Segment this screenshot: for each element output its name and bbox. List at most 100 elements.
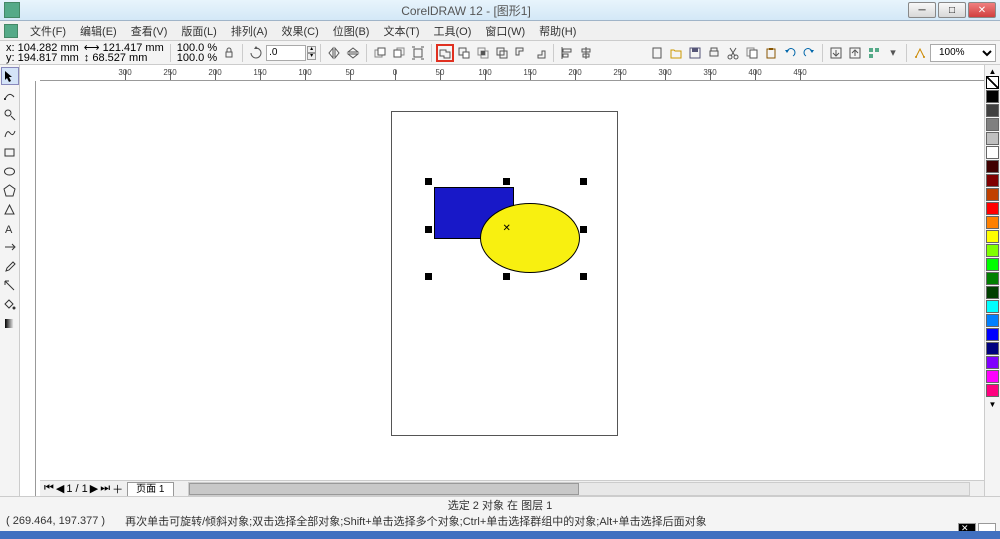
selection-center[interactable]: ✕ [503,223,511,234]
paste-button[interactable] [762,44,780,62]
zoom-select[interactable]: 100% [930,44,996,62]
menu-text[interactable]: 文本(T) [377,21,425,41]
color-swatch[interactable] [986,258,999,271]
maximize-button[interactable]: □ [938,2,966,18]
rotation-spinner[interactable]: ▴▾ [307,46,316,60]
menu-tools[interactable]: 工具(O) [428,21,478,41]
menu-help[interactable]: 帮助(H) [533,21,582,41]
weld-button[interactable] [436,44,454,62]
selection-handle[interactable] [580,273,587,280]
print-button[interactable] [705,44,723,62]
mirror-v-button[interactable] [344,44,362,62]
color-swatch[interactable] [986,342,999,355]
hscrollbar[interactable] [188,482,971,496]
add-page-button[interactable]: ＋ [112,481,123,497]
menu-bitmap[interactable]: 位图(B) [327,21,376,41]
shape-tool[interactable] [1,86,19,104]
color-swatch[interactable] [986,216,999,229]
color-swatch[interactable] [986,356,999,369]
menu-edit[interactable]: 编辑(E) [74,21,123,41]
interactive-tool[interactable] [1,238,19,256]
color-swatch[interactable] [986,90,999,103]
simplify-button[interactable] [493,44,511,62]
zoom-tool[interactable] [1,105,19,123]
page-tab[interactable]: 页面 1 [127,482,173,496]
yellow-ellipse-shape[interactable] [480,203,580,273]
polygon-tool[interactable] [1,181,19,199]
undo-button[interactable] [781,44,799,62]
rectangle-tool[interactable] [1,143,19,161]
save-button[interactable] [686,44,704,62]
no-fill-swatch[interactable] [986,76,999,89]
align-center-button[interactable] [577,44,595,62]
import-button[interactable] [827,44,845,62]
interactive-fill-tool[interactable] [1,314,19,332]
color-swatch[interactable] [986,370,999,383]
pick-tool[interactable] [1,67,19,85]
color-swatch[interactable] [986,328,999,341]
canvas[interactable]: 3002502001501005005010015020025030035040… [20,65,1000,496]
last-page-button[interactable]: ⏭ [100,482,110,495]
color-swatch[interactable] [986,202,999,215]
color-swatch[interactable] [986,188,999,201]
hscroll-thumb[interactable] [189,483,579,495]
cut-button[interactable] [724,44,742,62]
outline-tool[interactable] [1,276,19,294]
ellipse-tool[interactable] [1,162,19,180]
color-swatch[interactable] [986,300,999,313]
palette-down-button[interactable]: ▼ [989,400,997,409]
color-swatch[interactable] [986,146,999,159]
back-minus-front-button[interactable] [531,44,549,62]
color-swatch[interactable] [986,132,999,145]
rotation-input[interactable] [266,45,306,61]
mirror-h-button[interactable] [325,44,343,62]
basic-shapes-tool[interactable] [1,200,19,218]
color-swatch[interactable] [986,160,999,173]
menu-view[interactable]: 查看(V) [125,21,174,41]
trim-button[interactable] [455,44,473,62]
fill-tool[interactable] [1,295,19,313]
prev-page-button[interactable]: ◀ [56,482,64,495]
to-front-button[interactable] [371,44,389,62]
front-minus-back-button[interactable] [512,44,530,62]
color-swatch[interactable] [986,104,999,117]
selection-handle[interactable] [425,178,432,185]
text-tool[interactable]: A [1,219,19,237]
eyedropper-tool[interactable] [1,257,19,275]
menu-effects[interactable]: 效果(C) [276,21,325,41]
open-button[interactable] [667,44,685,62]
color-swatch[interactable] [986,230,999,243]
to-back-button[interactable] [390,44,408,62]
menu-layout[interactable]: 版面(L) [175,21,222,41]
freehand-tool[interactable] [1,124,19,142]
align-left-button[interactable] [558,44,576,62]
selection-handle[interactable] [580,178,587,185]
color-swatch[interactable] [986,174,999,187]
selection-handle[interactable] [580,226,587,233]
selection-handle[interactable] [503,178,510,185]
effects-icon[interactable] [911,44,929,62]
close-button[interactable]: ✕ [968,2,996,18]
export-button[interactable] [846,44,864,62]
color-swatch[interactable] [986,384,999,397]
color-swatch[interactable] [986,272,999,285]
next-page-button[interactable]: ▶ [90,482,98,495]
redo-button[interactable] [800,44,818,62]
minimize-button[interactable]: ─ [908,2,936,18]
first-page-button[interactable]: ⏮ [44,482,54,495]
menu-file[interactable]: 文件(F) [24,21,72,41]
corel-online-button[interactable]: ▾ [884,44,902,62]
wrap-button[interactable] [409,44,427,62]
copy-button[interactable] [743,44,761,62]
menu-arrange[interactable]: 排列(A) [225,21,274,41]
color-swatch[interactable] [986,314,999,327]
selection-handle[interactable] [425,226,432,233]
color-swatch[interactable] [986,118,999,131]
lock-ratio-button[interactable] [220,44,238,62]
color-swatch[interactable] [986,244,999,257]
app-launcher-button[interactable] [865,44,883,62]
new-button[interactable] [648,44,666,62]
selection-handle[interactable] [425,273,432,280]
selection-handle[interactable] [503,273,510,280]
palette-up-button[interactable]: ▲ [989,67,997,76]
